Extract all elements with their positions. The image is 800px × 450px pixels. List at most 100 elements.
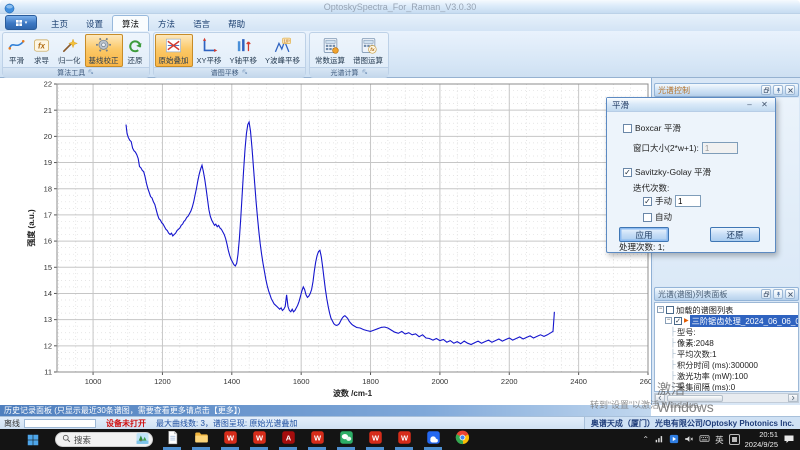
panel-restore-icon[interactable]: [761, 85, 771, 95]
tree-selected-spectrum-item[interactable]: − ▶三阶锯齿处理_2024_06_06_09_20: [663, 314, 798, 327]
application-menu-button[interactable]: ▾: [5, 15, 37, 30]
taskbar-search-box[interactable]: 搜索: [55, 432, 153, 447]
chrome-icon[interactable]: [452, 429, 472, 450]
ime-language-indicator[interactable]: 英: [715, 434, 724, 446]
smooth-button[interactable]: 平滑: [4, 34, 29, 67]
tray-app-icon[interactable]: [669, 434, 679, 446]
spectrum-control-panel-title: 光谱控制: [658, 85, 690, 95]
horizontal-scrollbar[interactable]: [654, 393, 799, 403]
tree-root-item[interactable]: − 加载的谱图列表: [655, 304, 798, 315]
spectrum-property-row: ├ 积分时间 (ms):300000: [655, 359, 798, 370]
panel-restore-icon[interactable]: [761, 289, 771, 299]
dialog-launcher-icon[interactable]: [88, 69, 94, 77]
smooth-dialog-title-bar[interactable]: 平滑 – ✕: [607, 98, 775, 112]
revert-button[interactable]: 还原: [710, 227, 760, 242]
taskbar-clock[interactable]: 20:51 2024/9/25: [745, 430, 778, 449]
y-peak-shift-button[interactable]: 10³ Y波峰平移: [261, 34, 304, 67]
spectrum-property-row: ├ 平均次数:1: [655, 348, 798, 359]
svg-text:W: W: [371, 433, 379, 442]
dialog-launcher-icon[interactable]: [362, 69, 368, 77]
wps-writer-icon-5: W: [397, 430, 412, 450]
panel-pin-icon[interactable]: [773, 85, 783, 95]
tab-home[interactable]: 主页: [42, 15, 77, 31]
wps-writer-icon-4[interactable]: W: [365, 429, 385, 450]
tab-help[interactable]: 帮助: [219, 15, 254, 31]
ribbon-button-label: 归一化: [58, 56, 81, 65]
iterations-label: 迭代次数:: [633, 183, 670, 193]
scroll-left-icon[interactable]: [655, 394, 665, 402]
tab-algorithm[interactable]: 算法: [112, 15, 150, 31]
dialog-close-icon[interactable]: ✕: [759, 100, 770, 109]
dialog-launcher-icon[interactable]: [242, 69, 248, 77]
tree-collapse-icon[interactable]: −: [657, 306, 664, 313]
spectrum-property-row: ├ 激光功率 (mW):100: [655, 370, 798, 381]
file-explorer-icon[interactable]: [191, 429, 211, 450]
manual-iterations-input[interactable]: [675, 195, 702, 207]
wps-writer-icon-5[interactable]: W: [394, 429, 414, 450]
baseline-correction-button[interactable]: 基线校正: [84, 34, 123, 67]
wps-writer-icon-3[interactable]: W: [307, 429, 327, 450]
spectrum-control-panel-header[interactable]: 光谱控制: [654, 83, 799, 97]
xy-shift-button[interactable]: XY平移: [193, 34, 226, 67]
ribbon-group: 平滑 fx 求导 归一化 基线校正 还原 算法工具: [2, 32, 150, 78]
spectrum-property-label: 采集模式:快速采集: [677, 392, 745, 393]
tree-branch-line: ├: [670, 338, 676, 347]
constant-calc-button[interactable]: 常数运算: [311, 34, 349, 67]
spectrum-checkbox[interactable]: [674, 316, 682, 325]
panel-close-icon[interactable]: [785, 85, 795, 95]
auto-checkbox[interactable]: [643, 212, 652, 222]
window-size-input[interactable]: [701, 142, 738, 154]
savitzky-golay-checkbox[interactable]: [623, 167, 632, 177]
touch-keyboard-icon[interactable]: [699, 433, 710, 446]
volume-muted-icon[interactable]: [684, 434, 694, 446]
history-panel-bar[interactable]: 历史记录面板 (只显示最近30条谱图，需要查看更多请点击【更多】): [0, 405, 651, 416]
tree-branch-line: ├: [670, 327, 676, 336]
device-status: 设备未打开: [106, 418, 146, 428]
hidden-icons-chevron[interactable]: ⌃: [642, 435, 649, 444]
boxcar-checkbox[interactable]: [623, 123, 632, 133]
window-title: OptoskySpectra_For_Raman_V3.0.30: [323, 2, 477, 12]
spectrum-calc-button[interactable]: fx 谱图运算: [349, 34, 387, 67]
spectrum-list-panel-header[interactable]: 光谱(谱图)列表面板: [654, 287, 799, 301]
wps-writer-icon-1: W: [223, 430, 238, 450]
spectrum-chart[interactable]: 1000 1200 1400 1600 1800 2000 2200 2400 2600 11 12…: [0, 78, 651, 405]
wps-writer-icon-4: W: [368, 430, 383, 450]
svg-text:W: W: [255, 433, 263, 442]
manual-checkbox[interactable]: [643, 196, 652, 206]
ime-mode-icon[interactable]: [728, 434, 740, 445]
vbars-icon: [235, 36, 252, 55]
network-icon[interactable]: [654, 434, 664, 446]
scroll-right-icon[interactable]: [788, 394, 798, 402]
tab-settings[interactable]: 设置: [77, 15, 112, 31]
acrobat-icon[interactable]: A: [278, 429, 298, 450]
tree-collapse-icon[interactable]: −: [665, 317, 672, 324]
notepad-icon[interactable]: [162, 429, 182, 450]
ribbon-button-label: 求导: [34, 56, 49, 65]
svg-text:22: 22: [44, 80, 52, 89]
svg-text:1400: 1400: [223, 377, 240, 386]
panel-close-icon[interactable]: [785, 289, 795, 299]
wps-writer-icon-2[interactable]: W: [249, 429, 269, 450]
tree-branch-line: ├: [670, 382, 676, 391]
y-axis-shift-button[interactable]: Y轴平移: [226, 34, 262, 67]
raw-overlay-button[interactable]: 原始叠加: [154, 34, 193, 67]
ribbon-restore-button[interactable]: 还原: [123, 34, 148, 67]
notifications-icon[interactable]: [783, 433, 795, 447]
apply-button[interactable]: 应用: [619, 227, 669, 242]
netdisk-icon[interactable]: [423, 429, 443, 450]
panel-pin-icon[interactable]: [773, 289, 783, 299]
derivative-button[interactable]: fx 求导: [29, 34, 54, 67]
ribbon-button-label: Y轴平移: [229, 56, 258, 65]
scrollbar-thumb[interactable]: [667, 394, 723, 402]
wechat-icon[interactable]: [336, 429, 356, 450]
tab-method[interactable]: 方法: [149, 15, 184, 31]
spectrum-property-row: ├ 像素:2048: [655, 337, 798, 348]
tab-language[interactable]: 语言: [184, 15, 219, 31]
savitzky-golay-label: Savitzky-Golay 平滑: [635, 167, 712, 177]
dialog-minimize-icon[interactable]: –: [744, 100, 755, 109]
start-button[interactable]: [26, 433, 40, 447]
wps-writer-icon-1[interactable]: W: [220, 429, 240, 450]
ribbon-button-label: Y波峰平移: [265, 56, 301, 65]
normalize-button[interactable]: 归一化: [54, 34, 85, 67]
tree-root-checkbox[interactable]: [666, 305, 674, 314]
